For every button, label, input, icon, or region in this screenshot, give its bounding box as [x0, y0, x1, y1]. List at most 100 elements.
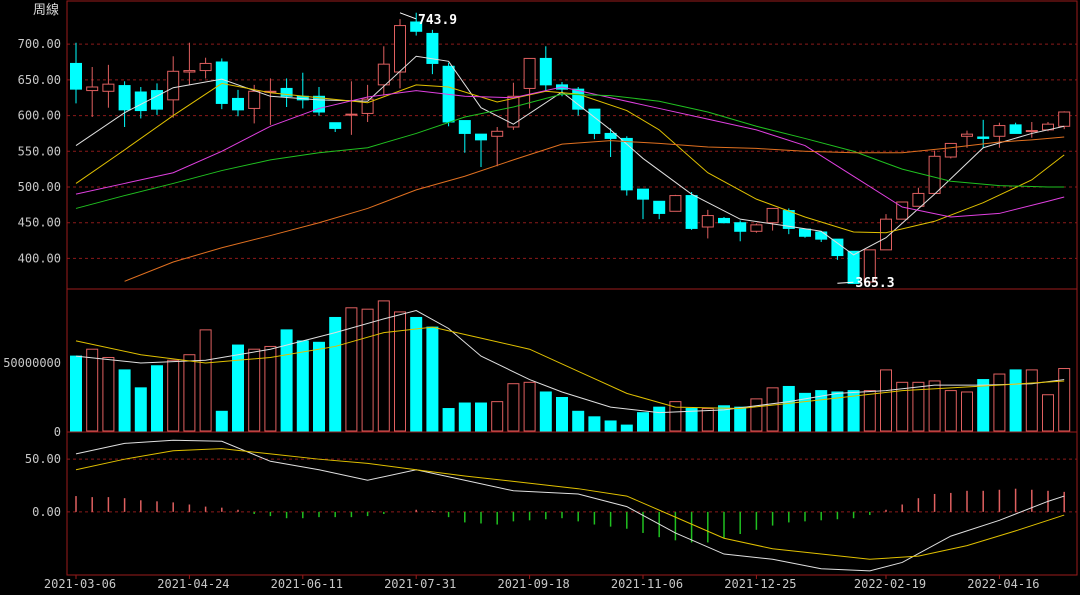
volume-bar — [264, 345, 277, 432]
candle[interactable] — [394, 25, 406, 73]
price-tick-label: 600.00 — [18, 109, 61, 123]
date-tick-label: 2021-07-31 — [384, 577, 456, 591]
date-tick-label: 2021-03-06 — [44, 577, 116, 591]
volume-bar — [572, 410, 585, 432]
candle[interactable] — [750, 224, 763, 232]
volume-bar — [701, 408, 714, 432]
date-tick-label: 2021-04-24 — [157, 577, 229, 591]
price-tick-label: 550.00 — [18, 144, 61, 158]
volume-bar — [863, 390, 876, 432]
candle[interactable] — [718, 217, 730, 224]
candle[interactable] — [588, 108, 601, 134]
candle[interactable] — [653, 200, 666, 214]
candle[interactable] — [102, 83, 115, 92]
price-annotation: 743.9 — [418, 13, 457, 28]
candle[interactable] — [685, 195, 698, 229]
volume-bar — [880, 369, 892, 432]
price-ma60-line — [124, 136, 1065, 282]
volume-bar — [313, 341, 325, 432]
candle[interactable] — [637, 188, 649, 200]
candle[interactable] — [1009, 124, 1022, 134]
candle[interactable] — [329, 122, 342, 129]
volume-bar — [653, 406, 666, 432]
stock-chart[interactable]: 周線 400.00 450.00 500.00 550.00 600.00 650.00 7… — [0, 0, 1080, 595]
candle[interactable] — [491, 130, 504, 137]
volume-bar — [118, 369, 131, 432]
date-tick-label: 2022-02-19 — [854, 577, 926, 591]
candle[interactable] — [232, 97, 244, 111]
volume-tick-label: 0 — [54, 425, 61, 439]
candle[interactable] — [912, 192, 925, 207]
volume-bar — [70, 355, 82, 432]
price-tick-label: 450.00 — [18, 216, 61, 230]
candle[interactable] — [215, 61, 228, 104]
volume-bar — [167, 359, 180, 432]
candle[interactable] — [523, 57, 536, 89]
volume-bar — [329, 316, 342, 432]
candle[interactable] — [377, 63, 390, 86]
volume-bar — [183, 354, 196, 432]
candle[interactable] — [977, 136, 990, 139]
candle[interactable] — [458, 120, 471, 134]
volume-bar — [507, 383, 520, 432]
volume-bar — [151, 365, 163, 432]
candle[interactable] — [701, 215, 714, 228]
volume-bar — [620, 424, 633, 432]
candle[interactable] — [70, 62, 82, 90]
candle[interactable] — [1058, 111, 1071, 127]
candle[interactable] — [961, 133, 973, 137]
volume-bar — [442, 408, 455, 432]
price-tick-label: 650.00 — [18, 73, 61, 87]
candle[interactable] — [167, 70, 180, 101]
candle[interactable] — [118, 85, 131, 111]
volume-bar — [782, 385, 795, 432]
volume-bar — [556, 397, 568, 432]
candle[interactable] — [248, 90, 261, 109]
volume-bar — [637, 412, 649, 432]
candle[interactable] — [183, 70, 196, 73]
volume-tick-label: 50000000 — [3, 356, 61, 370]
candle[interactable] — [944, 142, 957, 158]
macd-tick-label: 0.00 — [32, 505, 61, 519]
volume-bar — [248, 348, 261, 432]
candle[interactable] — [734, 222, 747, 232]
candle[interactable] — [345, 113, 358, 116]
volume-bar — [199, 329, 212, 432]
candle[interactable] — [831, 238, 844, 257]
volume-bar — [86, 348, 99, 432]
volume-bar — [296, 340, 309, 432]
volume-bar — [1025, 369, 1038, 432]
volume-bar — [232, 344, 244, 432]
candle[interactable] — [199, 62, 212, 72]
volume-bar — [1058, 368, 1071, 432]
candle[interactable] — [86, 86, 99, 92]
candle[interactable] — [993, 125, 1006, 137]
period-label: 周線 — [33, 2, 59, 18]
volume-bar — [750, 398, 763, 432]
date-tick-label: 2021-09-18 — [497, 577, 569, 591]
volume-bar — [539, 391, 552, 432]
candle[interactable] — [604, 132, 617, 139]
volume-bar — [361, 308, 374, 432]
volume-bar — [523, 381, 536, 432]
volume-bar — [766, 387, 779, 432]
candle[interactable] — [1025, 130, 1038, 133]
volume-bar — [734, 406, 747, 432]
candle[interactable] — [928, 155, 941, 194]
candle[interactable] — [151, 90, 163, 110]
candle[interactable] — [539, 57, 552, 86]
candle[interactable] — [134, 91, 147, 112]
price-tick-label: 400.00 — [18, 251, 61, 265]
candle[interactable] — [766, 207, 779, 224]
candle[interactable] — [475, 133, 487, 141]
candle[interactable] — [815, 231, 828, 240]
candle[interactable] — [572, 88, 585, 110]
candle[interactable] — [799, 228, 811, 237]
candle[interactable] — [669, 195, 682, 212]
macd-tick-label: 50.00 — [25, 452, 61, 466]
volume-bar — [345, 307, 358, 432]
candle[interactable] — [620, 137, 633, 191]
date-tick-label: 2021-12-25 — [724, 577, 796, 591]
volume-bar — [961, 391, 973, 432]
volume-bar — [458, 402, 471, 432]
